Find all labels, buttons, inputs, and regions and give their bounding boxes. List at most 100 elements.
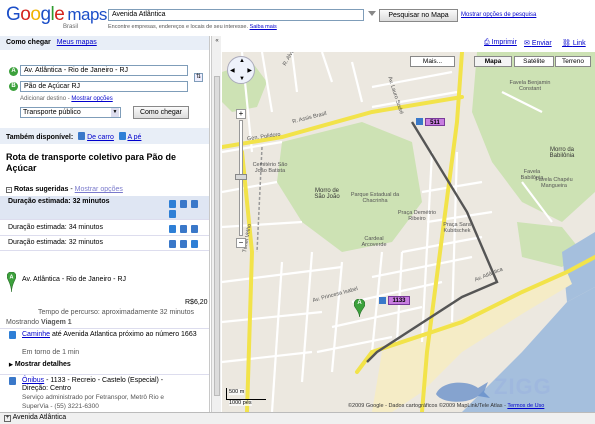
origin-field[interactable]: Av. Atlântica - Rio de Janeiro - RJ <box>20 65 188 76</box>
by-car-link[interactable]: De carro <box>87 134 114 141</box>
place-label: Morro de São João <box>314 188 340 200</box>
expand-icon[interactable]: + <box>4 415 11 422</box>
bus-icon <box>191 225 198 233</box>
show-details-toggle[interactable]: ▶ Mostrar detalhes <box>9 361 71 368</box>
transport-mode-select[interactable]: Transporte público ▼ <box>20 107 121 118</box>
search-options-link[interactable]: Mostrar opções de pesquisa <box>461 12 536 18</box>
pan-right-icon[interactable]: ▶ <box>247 67 252 74</box>
walk-step-text: até Avenida Atlantica próximo ao número … <box>51 331 197 338</box>
walk-duration: Em torno de 1 min <box>22 349 80 356</box>
terms-link[interactable]: Termos de Uso <box>507 403 544 409</box>
print-link[interactable]: ⎙ Imprimir <box>484 39 517 47</box>
collapse-panel-icon[interactable]: « <box>213 38 221 46</box>
travel-time: Tempo de percurso: aproximadamente 32 mi… <box>38 309 195 316</box>
google-maps-logo[interactable]: Google maps <box>6 4 107 26</box>
map-type-satellite-button[interactable]: Satélite <box>514 56 554 67</box>
bus-511-badge[interactable]: 511 <box>425 118 445 126</box>
walk-icon <box>169 200 176 208</box>
print-label: Imprimir <box>491 39 517 46</box>
walk-step-link[interactable]: Caminhe <box>22 331 50 338</box>
route-option[interactable]: Duração estimada: 32 minutos <box>0 237 209 251</box>
bus-service-info: Serviço administrado por Fetranspor, Met… <box>22 394 164 401</box>
bus-icon <box>180 200 187 208</box>
logo-subtitle: Brasil <box>63 24 79 30</box>
zoom-slider-thumb[interactable] <box>235 174 247 180</box>
walk-icon <box>9 331 16 339</box>
top-bar: Google maps Brasil Avenida Atlântica Enco… <box>0 0 595 36</box>
show-details-label: Mostrar detalhes <box>14 361 71 368</box>
swap-addresses-icon[interactable]: ⇅ <box>194 73 203 82</box>
search-input[interactable]: Avenida Atlântica <box>108 9 364 21</box>
place-label: Morro da Babilônia <box>549 147 575 159</box>
divider <box>0 374 209 375</box>
suggested-routes-options-link[interactable]: Mostrar opções <box>75 186 123 193</box>
map-copyright: ©2009 Google - Dados cartográficos ©2009… <box>348 403 544 409</box>
svg-text:A: A <box>10 275 14 281</box>
scrollbar-thumb[interactable] <box>214 76 220 396</box>
also-available-label: Também disponível: <box>6 134 74 141</box>
bus-direction: Direção: Centro <box>22 385 72 392</box>
trip-number: Viagem 1 <box>41 319 72 326</box>
zoom-in-icon[interactable]: + <box>236 109 246 119</box>
route-option[interactable]: Duração estimada: 34 minutos <box>0 222 209 236</box>
map-canvas[interactable]: Av. Lauro Sodré R. Alvaro Ramos Gen. Pol… <box>222 52 595 412</box>
pan-up-icon[interactable]: ▲ <box>239 58 245 64</box>
place-label: Favela Benjamin Constant <box>509 80 551 92</box>
destination-marker-icon: B <box>9 82 18 91</box>
get-directions-button[interactable]: Como chegar <box>133 106 189 119</box>
route-option[interactable]: Duração estimada: 32 minutos <box>0 196 209 220</box>
bus-1133-badge[interactable]: 1133 <box>388 296 410 305</box>
showing-trip: Mostrando Viagem 1 <box>6 319 72 326</box>
learn-more-link[interactable]: Saiba mais <box>250 24 277 30</box>
search-history-dropdown-icon[interactable] <box>368 11 376 16</box>
map-type-terrain-button[interactable]: Terreno <box>555 56 591 67</box>
search-hint-text: Encontre empresas, endereços e locais de… <box>108 24 249 30</box>
map-marker-letter: A <box>357 300 362 306</box>
map-type-map-button[interactable]: Mapa <box>474 56 512 67</box>
bus-icon <box>180 240 187 248</box>
collapse-icon[interactable]: − <box>6 187 12 193</box>
link-label: Link <box>572 40 586 47</box>
place-label: Praça Demétrio Ribeiro <box>397 210 437 222</box>
zoom-out-icon[interactable]: − <box>236 238 246 248</box>
link-link[interactable]: ⛓ Link <box>562 39 586 47</box>
showing-prefix: Mostrando <box>6 319 40 326</box>
start-address: Av. Atlântica - Rio de Janeiro - RJ <box>22 276 127 283</box>
route-title: Rota de transporte coletivo para Pão de … <box>6 152 177 173</box>
pan-left-icon[interactable]: ◀ <box>230 67 235 74</box>
suggested-routes-header: − Rotas sugeridas - Mostrar opções <box>6 186 123 193</box>
tab-directions[interactable]: Como chegar <box>6 39 51 46</box>
add-destination-link[interactable]: Adicionar destino - <box>20 96 70 102</box>
panel-header: Como chegar Meus mapas <box>0 36 209 50</box>
fare-price: R$6,20 <box>185 299 208 306</box>
directions-form: A Av. Atlântica - Rio de Janeiro - RJ B … <box>0 50 209 128</box>
map-toolbar: ⎙ Imprimir ✉ Enviar ⛓ Link <box>222 36 595 52</box>
start-marker-icon: A <box>6 271 17 293</box>
email-link[interactable]: ✉ Enviar <box>524 39 552 47</box>
tab-my-maps[interactable]: Meus mapas <box>57 39 97 46</box>
walk-icon <box>118 132 126 140</box>
search-map-button[interactable]: Pesquisar no Mapa <box>379 9 458 22</box>
bottom-bar-label[interactable]: Avenida Atlântica <box>13 414 67 421</box>
triangle-right-icon: ▶ <box>9 362 13 368</box>
scale-feet: 1000 pés <box>229 400 252 406</box>
by-foot-link[interactable]: A pé <box>127 134 141 141</box>
panel-divider-scroll[interactable]: « <box>211 36 221 412</box>
destination-field[interactable]: Pão de Açúcar RJ <box>20 81 188 92</box>
place-label: Cemitério São João Batista <box>252 162 288 174</box>
more-layers-button[interactable]: Mais... <box>410 56 455 67</box>
walk-icon <box>191 240 198 248</box>
also-available-bar: Também disponível: De carro A pé <box>0 128 209 144</box>
show-options-link[interactable]: Mostrar opções <box>71 96 112 102</box>
map-start-marker-icon[interactable]: A <box>353 298 366 318</box>
pan-control[interactable]: ▲ ◀ ▶ ▼ <box>227 56 255 84</box>
bus-step-text: - 1133 - Recreio - Castelo (Especial) - <box>46 377 164 384</box>
pan-down-icon[interactable]: ▼ <box>239 76 245 82</box>
divider <box>0 328 209 329</box>
bus-icon <box>379 297 386 304</box>
bus-step-link[interactable]: Ônibus <box>22 377 44 384</box>
map-graphic <box>222 52 595 412</box>
origin-marker-icon: A <box>9 67 18 76</box>
place-label: Praça Sara Kubitschek <box>443 222 471 234</box>
scale-meters: 500 m <box>229 389 245 395</box>
